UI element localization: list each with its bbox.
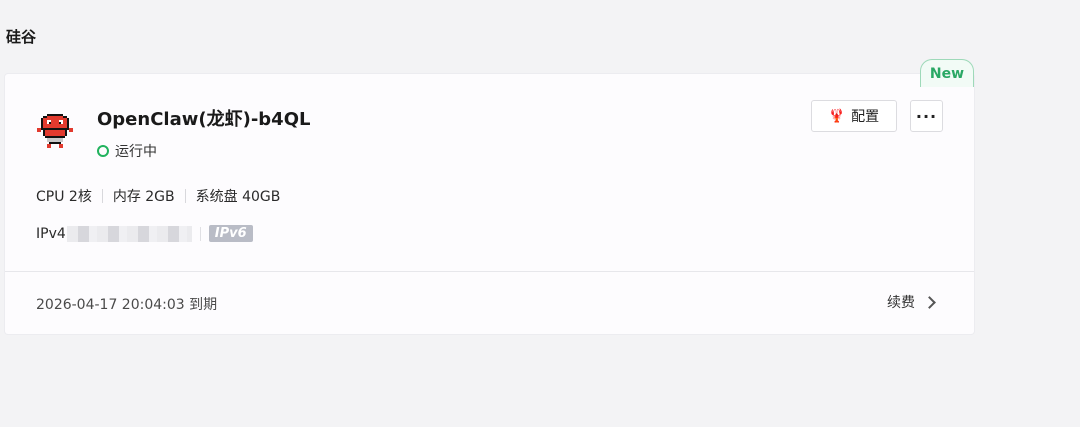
instance-name[interactable]: OpenClaw(龙虾)-b4QL — [97, 105, 310, 131]
lobster-icon: 🦞 — [828, 108, 846, 124]
expiry-date: 2026-04-17 20:04:03 到期 — [36, 297, 218, 313]
renew-link[interactable]: 续费 — [887, 292, 936, 312]
renew-label: 续费 — [887, 295, 915, 311]
region-title: 硅谷 — [6, 28, 37, 46]
new-badge: New — [920, 59, 974, 87]
ipv4-label: IPv4 — [36, 225, 66, 242]
config-button-label: 配置 — [851, 109, 880, 125]
spec-disk: 系统盘 40GB — [195, 189, 281, 205]
status-text: 运行中 — [115, 144, 157, 160]
config-button[interactable]: 🦞 配置 — [811, 100, 897, 132]
ipv4-address-redacted — [66, 225, 192, 242]
status-indicator: 运行中 — [97, 141, 157, 161]
instance-card: New OpenClaw(龙虾)-b4QL 运行中 🦞 配置 ··· CPU 2… — [5, 59, 974, 334]
spec-row: CPU 2核 内存 2GB 系统盘 40GB — [36, 186, 280, 206]
spec-divider — [101, 189, 103, 203]
spec-cpu: CPU 2核 — [36, 189, 92, 205]
spec-memory: 内存 2GB — [112, 189, 175, 205]
more-dots-icon: ··· — [915, 106, 938, 126]
status-dot-icon — [97, 145, 109, 157]
more-options-button[interactable]: ··· — [910, 100, 943, 132]
ipv6-tag: IPv6 — [208, 225, 253, 242]
chevron-right-icon — [923, 296, 936, 309]
card-divider — [5, 271, 974, 272]
ip-row: IPv4 IPv6 — [36, 225, 253, 242]
ip-divider — [199, 226, 201, 241]
spec-divider — [184, 189, 186, 203]
lobster-logo-icon — [35, 112, 75, 152]
